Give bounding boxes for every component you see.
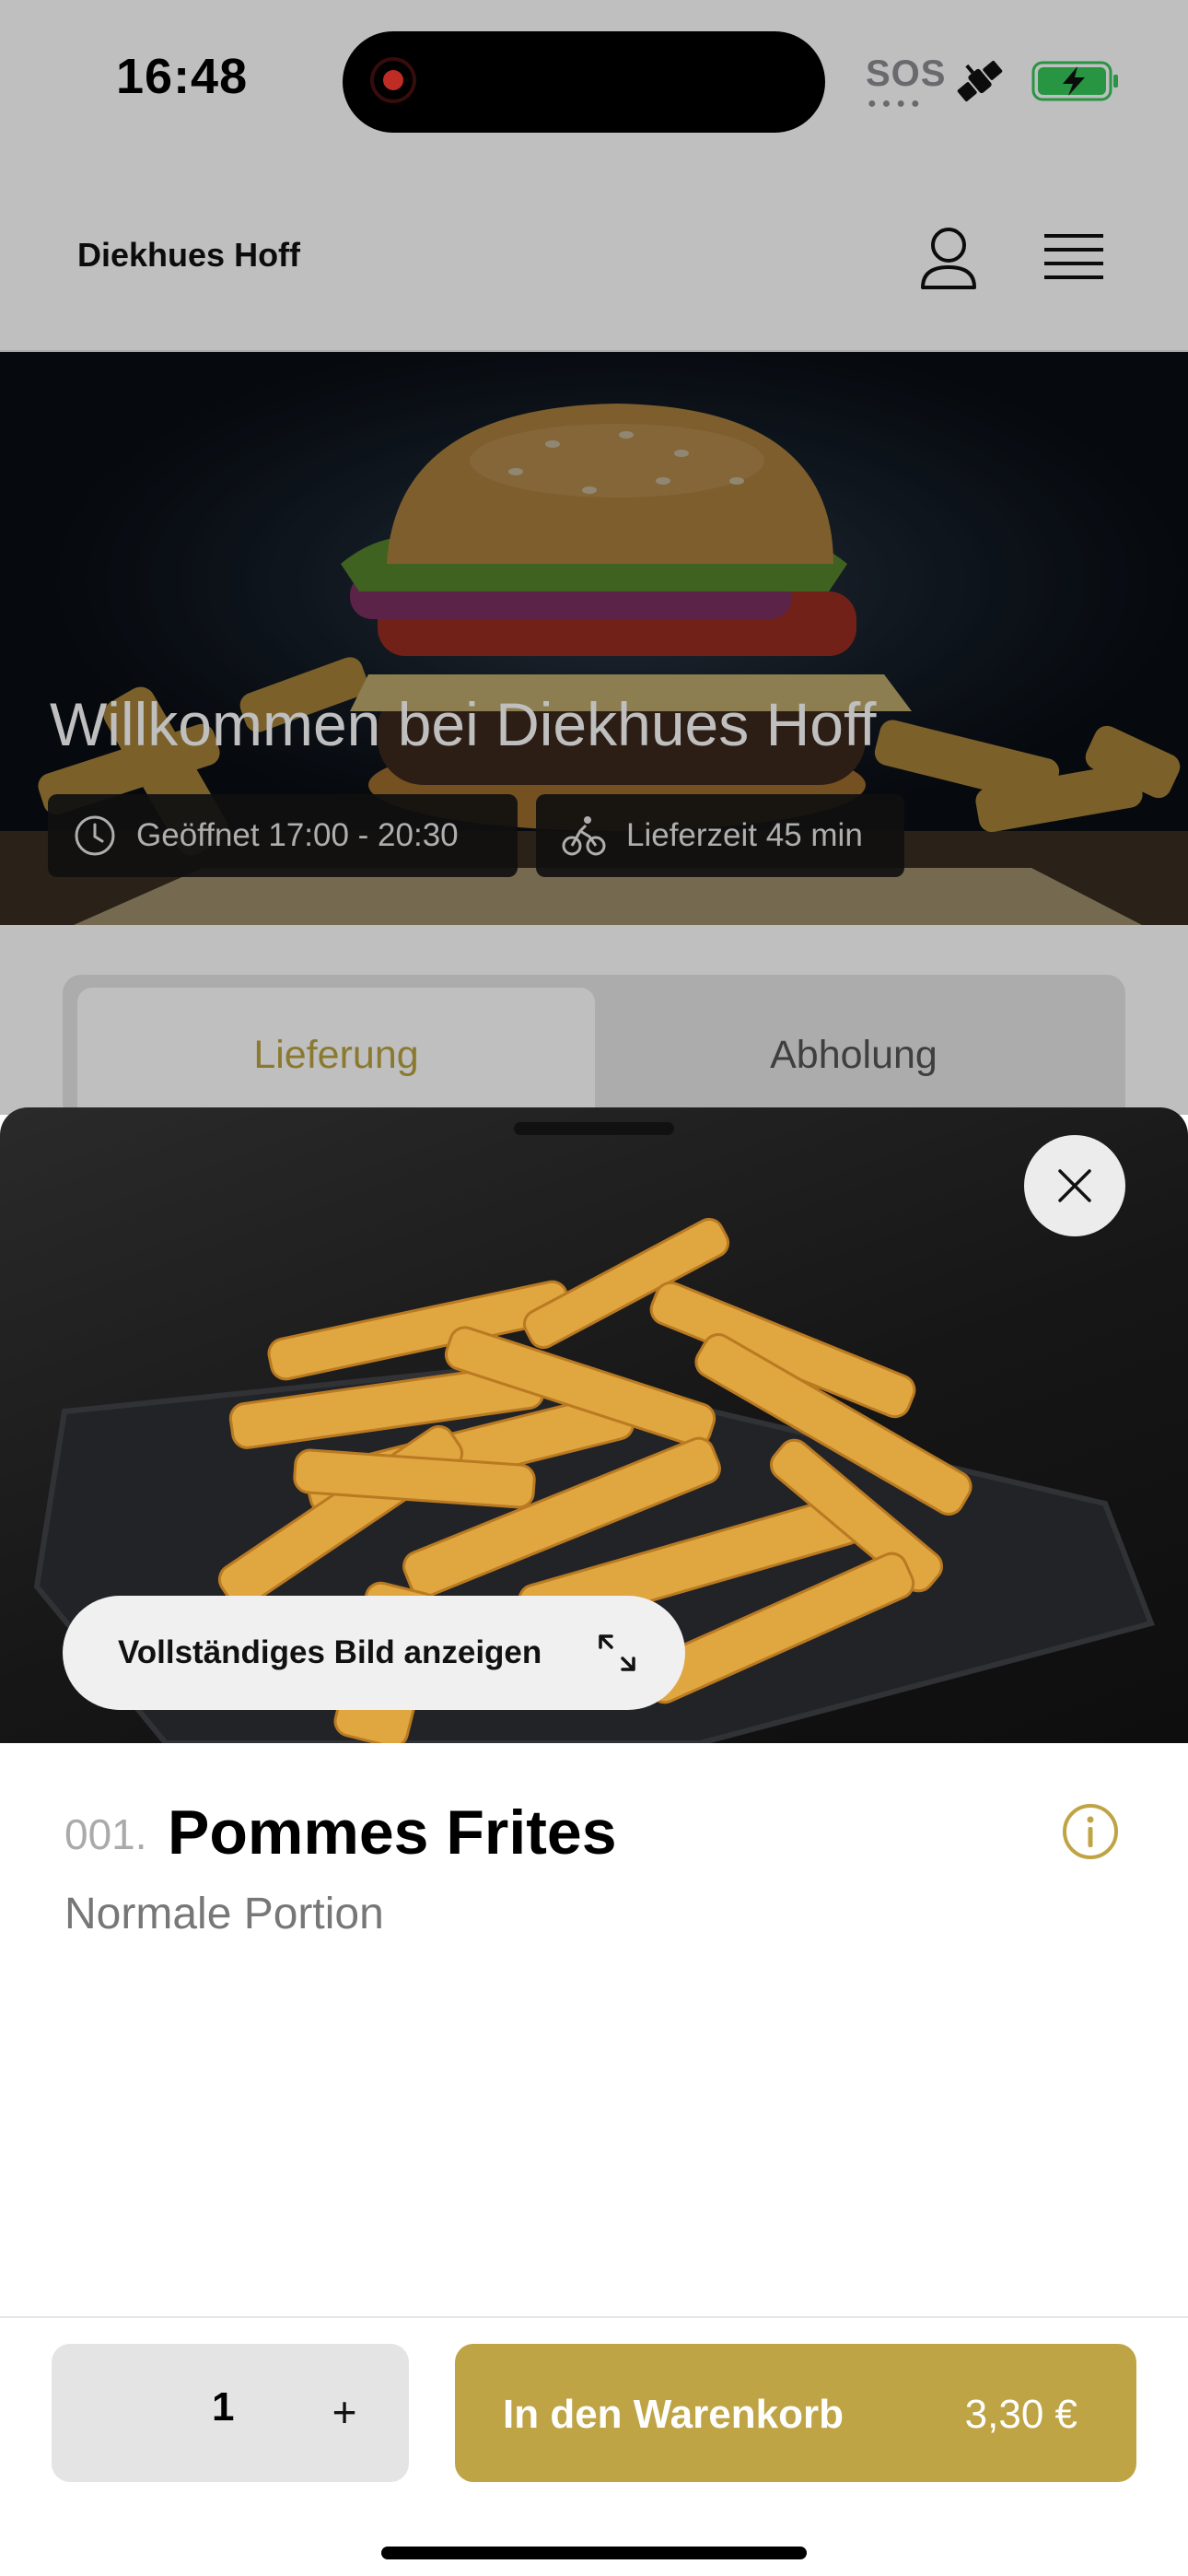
product-price: 3,30 € [964, 2392, 1077, 2437]
show-full-image-label: Vollständiges Bild anzeigen [118, 1634, 542, 1670]
add-to-cart-button[interactable]: In den Warenkorb 3,30 € [455, 2344, 1136, 2482]
product-name: Pommes Frites [168, 1797, 617, 1868]
info-icon[interactable] [1061, 1802, 1120, 1861]
product-sheet: Vollständiges Bild anzeigen 001. Pommes … [0, 1107, 1188, 2576]
product-description: Normale Portion [64, 1890, 384, 1938]
expand-icon [599, 1634, 635, 1671]
product-number: 001. [64, 1810, 147, 1858]
close-button[interactable] [1024, 1135, 1125, 1236]
quantity-value: 1 [212, 2384, 235, 2430]
show-full-image-button[interactable]: Vollständiges Bild anzeigen [63, 1596, 685, 1710]
home-indicator[interactable] [381, 2547, 807, 2559]
quantity-increase-button[interactable]: + [317, 2375, 372, 2449]
footer-divider [0, 2316, 1188, 2318]
modal-backdrop[interactable] [0, 0, 1188, 1115]
add-to-cart-label: In den Warenkorb [503, 2392, 844, 2437]
sheet-drag-handle[interactable] [514, 1122, 674, 1135]
close-icon [1058, 1169, 1091, 1202]
